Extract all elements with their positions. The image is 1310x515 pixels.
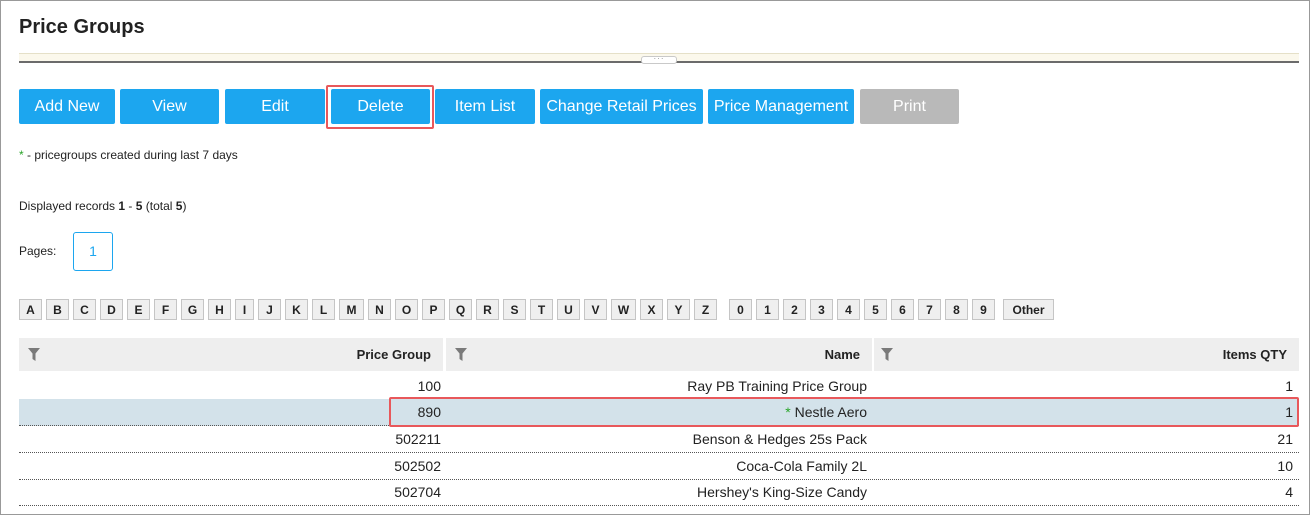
alpha-filter-h[interactable]: H — [208, 299, 231, 320]
legend-note: * - pricegroups created during last 7 da… — [19, 148, 238, 162]
cell-items-qty: 4 — [1285, 484, 1293, 500]
alpha-filter-z[interactable]: Z — [694, 299, 717, 320]
cell-items-qty: 1 — [1285, 378, 1293, 394]
table-row[interactable]: 502211 Benson & Hedges 25s Pack 21 — [19, 426, 1299, 453]
delete-button-highlight — [326, 85, 434, 129]
alpha-filter-b[interactable]: B — [46, 299, 69, 320]
alpha-filter-g[interactable]: G — [181, 299, 204, 320]
alpha-filter-0[interactable]: 0 — [729, 299, 752, 320]
records-total-prefix: (total — [142, 199, 176, 213]
records-prefix: Displayed records — [19, 199, 119, 213]
alpha-filter-q[interactable]: Q — [449, 299, 472, 320]
alpha-filter-r[interactable]: R — [476, 299, 499, 320]
cell-price-group: 502211 — [395, 431, 441, 447]
cell-name: Ray PB Training Price Group — [446, 373, 867, 399]
alpha-filter-p[interactable]: P — [422, 299, 445, 320]
alpha-filter-y[interactable]: Y — [667, 299, 690, 320]
cell-price-group: 100 — [417, 378, 441, 394]
alpha-filter-5[interactable]: 5 — [864, 299, 887, 320]
splitter-grip-icon[interactable]: ··· — [641, 55, 677, 64]
filter-icon[interactable] — [28, 348, 40, 361]
change-retail-prices-button[interactable]: Change Retail Prices — [540, 89, 703, 124]
alpha-filter-k[interactable]: K — [285, 299, 308, 320]
page-title: Price Groups — [19, 16, 145, 38]
view-button[interactable]: View — [120, 89, 219, 124]
add-new-button[interactable]: Add New — [19, 89, 115, 124]
alpha-filter-a[interactable]: A — [19, 299, 42, 320]
alpha-filter-v[interactable]: V — [584, 299, 607, 320]
alpha-filter-l[interactable]: L — [312, 299, 335, 320]
cell-name-text: Benson & Hedges 25s Pack — [692, 431, 867, 447]
column-header-items-qty[interactable]: Items QTY — [874, 338, 1299, 371]
legend-text: - pricegroups created during last 7 days — [23, 148, 238, 162]
records-summary: Displayed records 1 - 5 (total 5) — [19, 199, 186, 213]
alpha-filter-u[interactable]: U — [557, 299, 580, 320]
cell-price-group: 502502 — [394, 458, 441, 474]
alpha-filter-o[interactable]: O — [395, 299, 418, 320]
table-row[interactable]: 502502 Coca-Cola Family 2L 10 — [19, 453, 1299, 480]
column-header-price-group[interactable]: Price Group — [19, 338, 443, 371]
column-label-items-qty: Items QTY — [1222, 347, 1287, 362]
alpha-filter-j[interactable]: J — [258, 299, 281, 320]
cell-price-group: 890 — [417, 404, 441, 420]
selected-row-highlight — [389, 397, 1299, 427]
alpha-filter-x[interactable]: X — [640, 299, 663, 320]
alpha-filter-other[interactable]: Other — [1003, 299, 1054, 320]
alpha-filter-m[interactable]: M — [339, 299, 364, 320]
column-label-price-group: Price Group — [356, 347, 431, 362]
alpha-filter-t[interactable]: T — [530, 299, 553, 320]
alpha-filter-2[interactable]: 2 — [783, 299, 806, 320]
alpha-filter-e[interactable]: E — [127, 299, 150, 320]
alpha-filter-8[interactable]: 8 — [945, 299, 968, 320]
alpha-filter-1[interactable]: 1 — [756, 299, 779, 320]
edit-button[interactable]: Edit — [225, 89, 325, 124]
column-label-name: Name — [824, 347, 860, 362]
cell-name: Hershey's King-Size Candy — [446, 479, 867, 505]
records-sep: - — [125, 199, 136, 213]
alpha-filter-w[interactable]: W — [611, 299, 636, 320]
cell-name-text: Hershey's King-Size Candy — [697, 484, 867, 500]
cell-name: Benson & Hedges 25s Pack — [446, 426, 867, 452]
print-button: Print — [860, 89, 959, 124]
alpha-filter-6[interactable]: 6 — [891, 299, 914, 320]
item-list-button[interactable]: Item List — [435, 89, 535, 124]
price-management-button[interactable]: Price Management — [708, 89, 854, 124]
alpha-filter-4[interactable]: 4 — [837, 299, 860, 320]
alpha-filter-n[interactable]: N — [368, 299, 391, 320]
alpha-filter-9[interactable]: 9 — [972, 299, 995, 320]
alpha-filter-i[interactable]: I — [235, 299, 254, 320]
alpha-filter-c[interactable]: C — [73, 299, 96, 320]
records-total-suffix: ) — [182, 199, 187, 213]
cell-items-qty: 21 — [1277, 431, 1293, 447]
cell-name-text: Coca-Cola Family 2L — [736, 458, 867, 474]
cell-name-text: Ray PB Training Price Group — [687, 378, 867, 394]
pages-label: Pages: — [19, 244, 57, 258]
filter-icon[interactable] — [881, 348, 893, 361]
alpha-filter-7[interactable]: 7 — [918, 299, 941, 320]
cell-name: Coca-Cola Family 2L — [446, 453, 867, 479]
cell-items-qty: 10 — [1277, 458, 1293, 474]
alpha-filter-3[interactable]: 3 — [810, 299, 833, 320]
table-row[interactable]: 502704 Hershey's King-Size Candy 4 — [19, 479, 1299, 506]
table-row[interactable]: 100 Ray PB Training Price Group 1 — [19, 373, 1299, 400]
alpha-filter-d[interactable]: D — [100, 299, 123, 320]
column-header-name[interactable]: Name — [446, 338, 872, 371]
filter-icon[interactable] — [455, 348, 467, 361]
page-button-1[interactable]: 1 — [73, 232, 113, 271]
cell-price-group: 502704 — [394, 484, 441, 500]
alpha-filter-s[interactable]: S — [503, 299, 526, 320]
alpha-filter-f[interactable]: F — [154, 299, 177, 320]
